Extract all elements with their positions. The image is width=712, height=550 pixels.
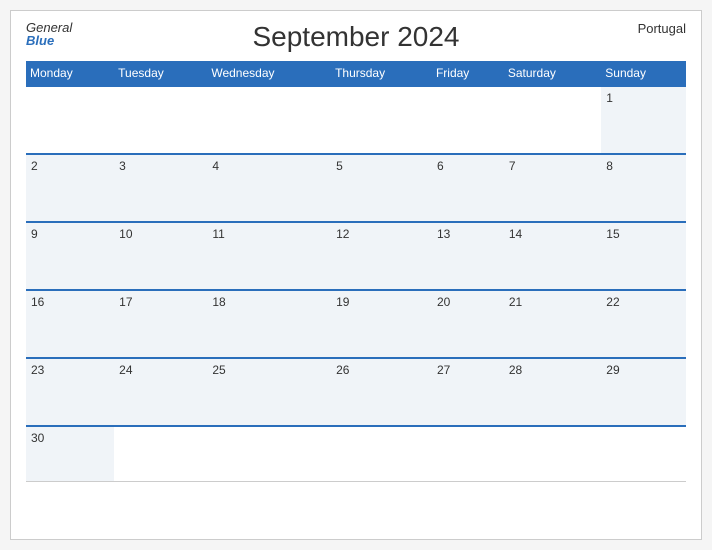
cell-w3-fri: 13 [432, 222, 504, 290]
cell-w1-sat [504, 86, 601, 154]
cell-w1-mon [26, 86, 114, 154]
cell-w3-sun: 15 [601, 222, 686, 290]
country-label: Portugal [638, 21, 686, 36]
cell-w2-sat: 7 [504, 154, 601, 222]
cell-w4-tue: 17 [114, 290, 207, 358]
cell-w5-sat: 28 [504, 358, 601, 426]
logo-blue-text: Blue [26, 34, 72, 47]
header-friday: Friday [432, 61, 504, 86]
cell-w2-tue: 3 [114, 154, 207, 222]
cell-w2-thu: 5 [331, 154, 432, 222]
calendar-container: General Blue September 2024 Portugal Mon… [10, 10, 702, 540]
week-row-2: 2 3 4 5 6 7 8 [26, 154, 686, 222]
cell-w1-fri [432, 86, 504, 154]
cell-w6-sun [601, 426, 686, 481]
header-thursday: Thursday [331, 61, 432, 86]
calendar-grid: Monday Tuesday Wednesday Thursday Friday… [26, 61, 686, 482]
cell-w1-thu [331, 86, 432, 154]
cell-w4-wed: 18 [207, 290, 331, 358]
cell-w5-wed: 25 [207, 358, 331, 426]
week-row-1: 1 [26, 86, 686, 154]
calendar-header: General Blue September 2024 Portugal [26, 21, 686, 53]
cell-w3-wed: 11 [207, 222, 331, 290]
cell-w3-mon: 9 [26, 222, 114, 290]
cell-w2-fri: 6 [432, 154, 504, 222]
cell-w4-sun: 22 [601, 290, 686, 358]
header-saturday: Saturday [504, 61, 601, 86]
cell-w5-tue: 24 [114, 358, 207, 426]
cell-w3-sat: 14 [504, 222, 601, 290]
cell-w6-wed [207, 426, 331, 481]
week-row-3: 9 10 11 12 13 14 15 [26, 222, 686, 290]
header-tuesday: Tuesday [114, 61, 207, 86]
cell-w4-sat: 21 [504, 290, 601, 358]
cell-w2-mon: 2 [26, 154, 114, 222]
cell-w6-mon: 30 [26, 426, 114, 481]
cell-w1-wed [207, 86, 331, 154]
header-monday: Monday [26, 61, 114, 86]
calendar-title: September 2024 [252, 21, 459, 53]
cell-w3-tue: 10 [114, 222, 207, 290]
cell-w5-sun: 29 [601, 358, 686, 426]
cell-w1-tue [114, 86, 207, 154]
cell-w2-wed: 4 [207, 154, 331, 222]
cell-w5-thu: 26 [331, 358, 432, 426]
cell-w4-fri: 20 [432, 290, 504, 358]
week-row-5: 23 24 25 26 27 28 29 [26, 358, 686, 426]
cell-w1-sun: 1 [601, 86, 686, 154]
logo: General Blue [26, 21, 72, 47]
cell-w6-fri [432, 426, 504, 481]
weekday-header-row: Monday Tuesday Wednesday Thursday Friday… [26, 61, 686, 86]
cell-w6-tue [114, 426, 207, 481]
week-row-6: 30 [26, 426, 686, 481]
cell-w6-sat [504, 426, 601, 481]
header-sunday: Sunday [601, 61, 686, 86]
cell-w6-thu [331, 426, 432, 481]
cell-w5-mon: 23 [26, 358, 114, 426]
week-row-4: 16 17 18 19 20 21 22 [26, 290, 686, 358]
cell-w4-mon: 16 [26, 290, 114, 358]
header-wednesday: Wednesday [207, 61, 331, 86]
cell-w3-thu: 12 [331, 222, 432, 290]
cell-w4-thu: 19 [331, 290, 432, 358]
cell-w5-fri: 27 [432, 358, 504, 426]
cell-w2-sun: 8 [601, 154, 686, 222]
